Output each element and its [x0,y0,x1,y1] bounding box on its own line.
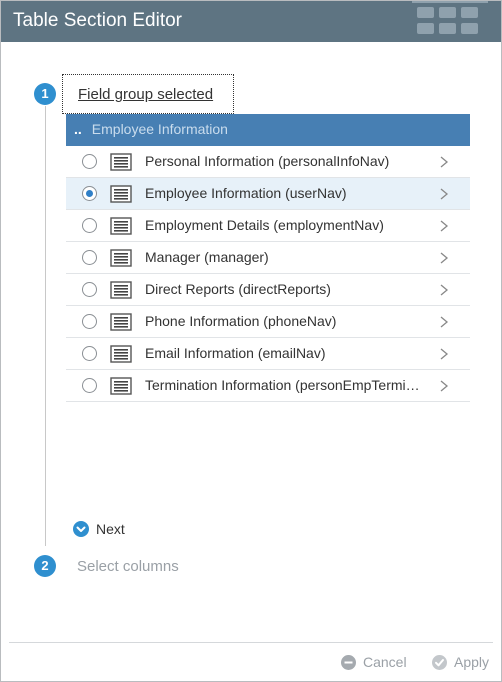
cancel-button[interactable]: Cancel [341,653,411,673]
chevron-right-icon[interactable] [439,155,449,169]
document-list-icon [110,377,132,395]
chevron-right-icon[interactable] [439,379,449,393]
field-group-label: Termination Information (personEmpTermi… [145,377,420,393]
radio-button[interactable] [82,186,97,201]
field-group-row[interactable]: Termination Information (personEmpTermi… [66,370,470,402]
breadcrumb[interactable]: .. Employee Information [66,114,470,146]
field-group-list: Personal Information (personalInfoNav) Em… [66,146,470,402]
field-group-row[interactable]: Direct Reports (directReports) [66,274,470,306]
step-connector-line [45,106,46,546]
table-section-editor-dialog: Table Section Editor 1 Field group selec… [0,0,502,682]
radio-button[interactable] [82,378,97,393]
document-list-icon [110,313,132,331]
radio-button[interactable] [82,282,97,297]
field-group-label: Personal Information (personalInfoNav) [145,153,390,169]
cancel-label: Cancel [363,654,407,670]
radio-button[interactable] [82,314,97,329]
step-1-title[interactable]: Field group selected [62,74,234,114]
apply-label: Apply [454,654,490,670]
field-group-label: Direct Reports (directReports) [145,281,331,297]
field-group-row[interactable]: Personal Information (personalInfoNav) [66,146,470,178]
field-group-label: Employee Information (userNav) [145,185,347,201]
field-group-label: Manager (manager) [145,249,269,265]
chevron-down-circle-icon [73,521,89,537]
field-group-row[interactable]: Manager (manager) [66,242,470,274]
apply-button[interactable]: Apply [432,653,492,673]
field-group-label: Email Information (emailNav) [145,345,326,361]
radio-button[interactable] [82,346,97,361]
radio-button[interactable] [82,250,97,265]
chevron-right-icon[interactable] [439,347,449,361]
document-list-icon [110,153,132,171]
document-list-icon [110,281,132,299]
document-list-icon [110,345,132,363]
document-list-icon [110,249,132,267]
breadcrumb-current: Employee Information [91,121,228,137]
step-2-badge: 2 [34,555,56,577]
chevron-right-icon[interactable] [439,187,449,201]
field-group-row[interactable]: Employment Details (employmentNav) [66,210,470,242]
field-group-row[interactable]: Employee Information (userNav) [66,178,470,210]
field-group-row[interactable]: Email Information (emailNav) [66,338,470,370]
dialog-title: Table Section Editor [13,10,182,31]
field-group-row[interactable]: Phone Information (phoneNav) [66,306,470,338]
footer-divider [9,642,493,643]
field-group-label: Employment Details (employmentNav) [145,217,384,233]
dialog-header: Table Section Editor [1,1,501,42]
radio-button[interactable] [82,218,97,233]
minus-circle-icon [341,655,356,670]
document-list-icon [110,185,132,203]
radio-selected-dot [86,190,93,197]
chevron-right-icon[interactable] [439,251,449,265]
field-group-label: Phone Information (phoneNav) [145,313,337,329]
breadcrumb-up[interactable]: .. [74,121,82,137]
next-label: Next [96,521,125,537]
chevron-right-icon[interactable] [439,283,449,297]
step-1-badge: 1 [34,83,56,105]
check-circle-icon [432,655,447,670]
radio-button[interactable] [82,154,97,169]
document-list-icon [110,217,132,235]
chevron-right-icon[interactable] [439,315,449,329]
chevron-right-icon[interactable] [439,219,449,233]
step-2-title: Select columns [77,558,179,575]
table-grid-icon [412,1,488,34]
